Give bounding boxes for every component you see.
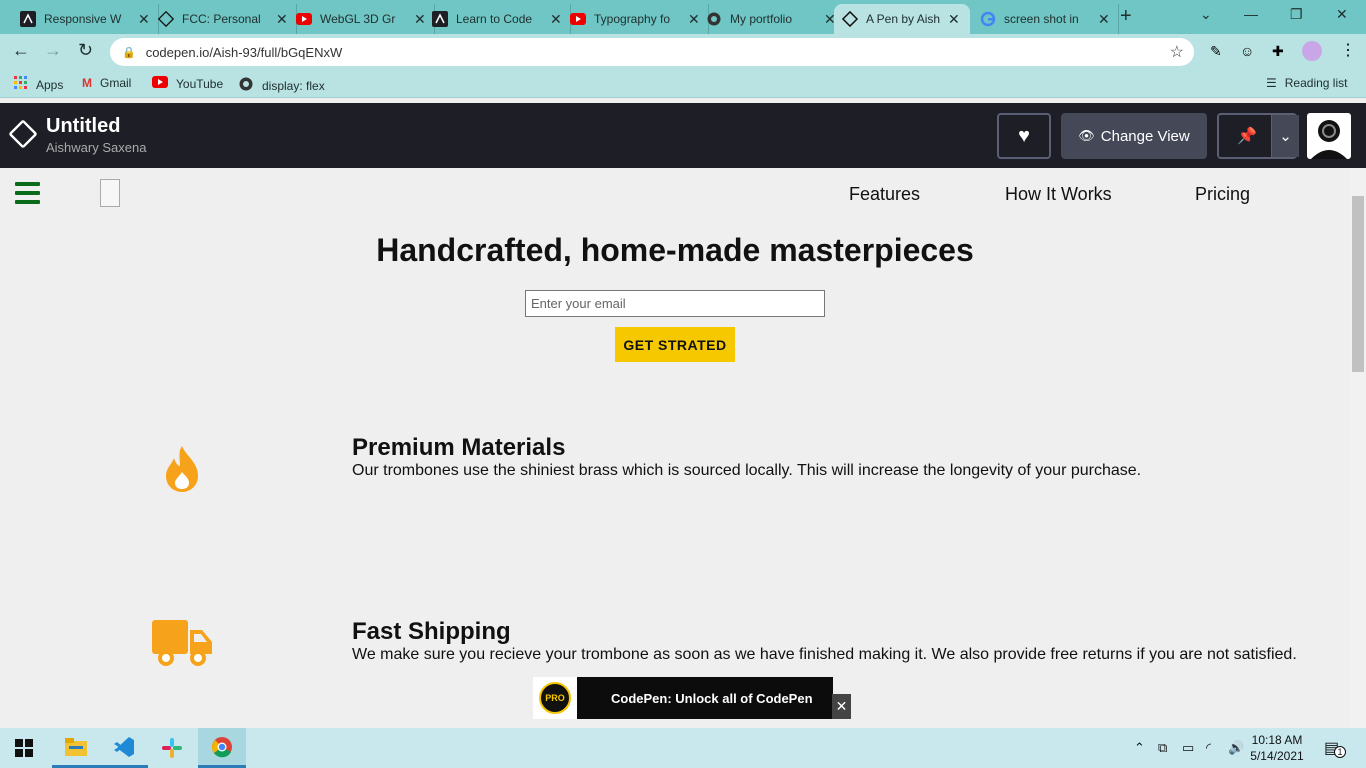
wifi-icon[interactable]: ◜ (1206, 740, 1211, 756)
reload-icon[interactable]: ↻ (78, 40, 93, 61)
profile-icon[interactable] (1302, 41, 1322, 61)
change-view-button[interactable]: 👁 Change View (1061, 113, 1207, 159)
youtube-icon (296, 11, 312, 27)
codepen-icon (842, 11, 858, 27)
notifications-icon[interactable]: ▤ 1 (1324, 738, 1346, 758)
truck-icon (150, 618, 214, 673)
extension-pen-icon[interactable]: ✎ (1210, 43, 1222, 60)
extension-avatar-icon[interactable]: ☺ (1240, 43, 1254, 59)
codepen-square-icon (432, 11, 448, 27)
heart-icon: ♥ (1018, 124, 1030, 147)
eye-icon: 👁 (1078, 128, 1095, 143)
chevron-down-icon[interactable]: ⌄ (1271, 115, 1299, 157)
windows-taskbar: ⌃ ⧉ ▭ ◜ 🔊 10:18 AM 5/14/2021 ▤ 1 (0, 728, 1366, 768)
tab-search-icon[interactable]: ⌄ (1200, 6, 1212, 23)
codepen-pro-promo[interactable]: PRO CodePen: Unlock all of CodePen (533, 677, 833, 719)
close-window-icon[interactable]: ✕ (1336, 6, 1348, 23)
fire-icon (162, 444, 202, 499)
apps-grid-icon (14, 76, 28, 93)
tab-fcc[interactable]: FCC: Personal ✕ (150, 4, 297, 34)
bookmark-star-icon[interactable]: ☆ (1170, 42, 1184, 62)
like-button[interactable]: ♥ (997, 113, 1051, 159)
restore-icon[interactable]: ❐ (1290, 6, 1303, 23)
chrome-icon[interactable] (198, 728, 246, 768)
get-started-button[interactable]: GET STRATED (615, 327, 735, 362)
menu-dots-icon[interactable]: ⋮ (1340, 40, 1356, 60)
bookmark-gmail[interactable]: M Gmail (82, 76, 131, 90)
volume-icon[interactable]: 🔊 (1228, 740, 1244, 756)
lock-icon: 🔒 (122, 46, 136, 59)
feature-desc-premium: Our trombones use the shiniest brass whi… (352, 462, 1142, 479)
nav-link-how-it-works[interactable]: How It Works (1005, 184, 1112, 205)
close-tab-icon[interactable]: ✕ (1098, 11, 1110, 28)
youtube-icon (570, 11, 586, 27)
browser-toolbar: ← → ↻ 🔒 codepen.io/Aish-93/full/bGqENxW … (0, 34, 1366, 70)
vscode-icon[interactable] (100, 728, 148, 768)
scrollbar-thumb[interactable] (1352, 196, 1364, 372)
pin-button[interactable]: 📌 ⌄ (1217, 113, 1299, 159)
reading-list-icon: ☰ (1266, 76, 1277, 90)
codepen-icon (158, 11, 174, 27)
promo-close-icon[interactable]: ✕ (832, 694, 851, 719)
minimize-icon[interactable]: — (1244, 6, 1258, 22)
google-icon (980, 11, 996, 27)
codepen-header: Untitled Aishwary Saxena ♥ 👁 Change View … (0, 103, 1366, 168)
tab-webgl[interactable]: WebGL 3D Gr ✕ (288, 4, 435, 34)
nav-link-pricing[interactable]: Pricing (1195, 184, 1250, 205)
address-bar[interactable]: 🔒 codepen.io/Aish-93/full/bGqENxW ☆ (110, 38, 1194, 66)
globe-icon (706, 11, 722, 27)
tab-portfolio[interactable]: My portfolio ✕ (698, 4, 845, 34)
globe-icon (238, 76, 254, 95)
codepen-square-icon (20, 11, 36, 27)
hamburger-menu-icon[interactable] (15, 182, 40, 209)
user-avatar[interactable] (1307, 113, 1351, 159)
feature-title-premium: Premium Materials (352, 434, 566, 461)
forward-icon[interactable]: → (44, 40, 62, 61)
broken-logo-image (100, 179, 120, 207)
file-explorer-icon[interactable] (52, 728, 100, 768)
tab-a-pen-active[interactable]: A Pen by Aish ✕ (834, 4, 970, 34)
pen-title: Untitled (46, 115, 121, 137)
back-icon[interactable]: ← (12, 40, 30, 61)
browser-tab-bar: Responsive W ✕ FCC: Personal ✕ WebGL 3D Gr… (0, 0, 1366, 34)
bookmark-display-flex[interactable]: display: flex (238, 76, 325, 95)
feature-desc-shipping: We make sure you recieve your trombone a… (352, 646, 1297, 663)
pen-author[interactable]: Aishwary Saxena (46, 140, 146, 155)
tab-learn[interactable]: Learn to Code ✕ (424, 4, 571, 34)
nav-link-features[interactable]: Features (849, 184, 920, 205)
bookmark-youtube[interactable]: YouTube (152, 76, 223, 91)
new-tab-button[interactable]: + (1120, 5, 1132, 28)
email-input[interactable] (525, 290, 825, 317)
tab-responsive[interactable]: Responsive W ✕ (12, 4, 159, 34)
feature-title-shipping: Fast Shipping (352, 618, 511, 645)
bookmarks-bar: Apps M Gmail YouTube display: flex ☰ Readi… (0, 70, 1366, 98)
tab-typography[interactable]: Typography fo ✕ (562, 4, 709, 34)
url-text: codepen.io/Aish-93/full/bGqENxW (145, 44, 343, 60)
pin-icon: 📌 (1237, 128, 1257, 145)
extensions-puzzle-icon[interactable]: ✚ (1272, 43, 1284, 60)
bookmark-apps[interactable]: Apps (14, 76, 63, 93)
pro-badge-icon: PRO (533, 677, 577, 719)
youtube-icon (152, 76, 168, 91)
close-tab-icon[interactable]: ✕ (948, 11, 960, 28)
tray-chevron-up-icon[interactable]: ⌃ (1134, 740, 1145, 756)
reading-list[interactable]: ☰ Reading list (1266, 76, 1347, 90)
page-scrollbar[interactable] (1350, 168, 1366, 728)
hero-title: Handcrafted, home-made masterpieces (376, 232, 974, 268)
pen-preview: Features How It Works Pricing Handcrafte… (0, 168, 1350, 728)
windows-start-icon[interactable] (0, 728, 48, 768)
system-clock[interactable]: 10:18 AM 5/14/2021 (1248, 732, 1306, 764)
close-tab-icon[interactable]: ✕ (550, 11, 562, 28)
close-tab-icon[interactable]: ✕ (138, 11, 150, 28)
gmail-icon: M (82, 76, 92, 90)
battery-icon[interactable]: ▭ (1182, 740, 1194, 756)
tray-device-icon[interactable]: ⧉ (1158, 740, 1167, 756)
tab-screenshot[interactable]: screen shot in ✕ (972, 4, 1119, 34)
codepen-logo-icon[interactable] (8, 119, 38, 149)
slack-icon[interactable] (148, 728, 196, 768)
close-tab-icon[interactable]: ✕ (276, 11, 288, 28)
